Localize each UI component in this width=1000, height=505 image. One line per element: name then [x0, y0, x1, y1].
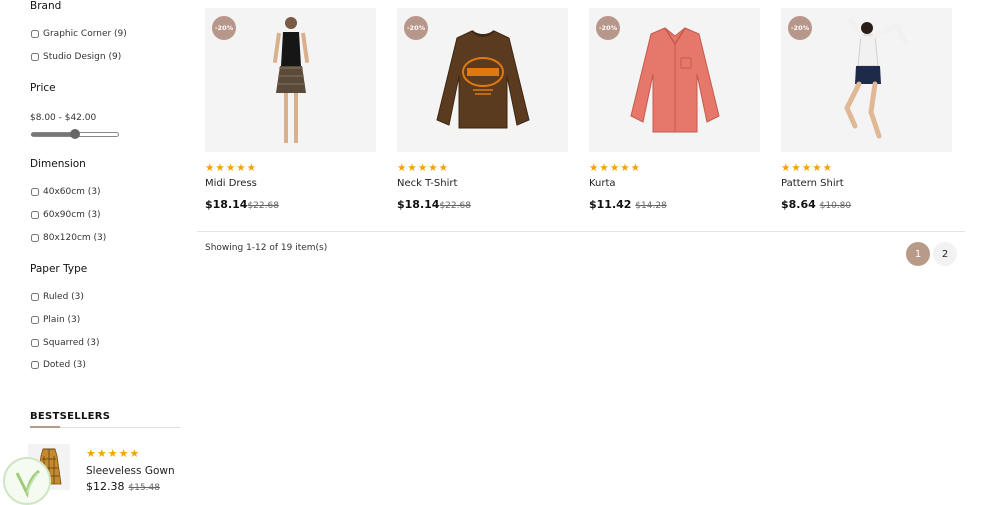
product-image[interactable]: -20%	[781, 8, 952, 152]
bestseller-rating-stars: ★★★★★	[86, 447, 141, 460]
checkbox[interactable]	[31, 211, 39, 219]
rating-stars: ★★★★★	[397, 162, 450, 174]
old-price: $15.48	[128, 483, 161, 493]
old-price: $10.80	[819, 201, 852, 211]
divider-accent	[30, 426, 60, 428]
checkbox[interactable]	[31, 339, 39, 347]
checkbox-label: 60x90cm (3)	[43, 210, 101, 220]
filter-paper-squarred[interactable]: Squarred (3)	[30, 338, 100, 348]
discount-badge: -20%	[788, 16, 812, 40]
old-price: $22.68	[247, 201, 279, 211]
rating-stars: ★★★★★	[205, 162, 258, 174]
current-price: $12.38	[86, 480, 125, 493]
discount-badge: -20%	[404, 16, 428, 40]
slider-fill	[31, 133, 75, 136]
checkbox[interactable]	[31, 188, 39, 196]
current-price: $18.14	[205, 198, 248, 211]
product-name[interactable]: Midi Dress	[205, 178, 376, 189]
checkbox-label: Graphic Corner (9)	[43, 29, 127, 39]
product-price: $18.14$22.68	[397, 198, 568, 211]
filter-title-brand: Brand	[30, 0, 62, 12]
filter-paper-ruled[interactable]: Ruled (3)	[30, 292, 84, 302]
product-price: $11.42 $14.28	[589, 198, 760, 211]
rating-stars: ★★★★★	[589, 162, 642, 174]
site-logo-watermark	[3, 457, 51, 505]
filter-brand-studio-design[interactable]: Studio Design (9)	[30, 52, 121, 62]
checkbox[interactable]	[31, 293, 39, 301]
current-price: $18.14	[397, 198, 440, 211]
rating-stars: ★★★★★	[781, 162, 834, 174]
product-card[interactable]: -20% ★★★★★ Pattern Shirt $8.64 $10.80	[781, 8, 952, 211]
results-count: Showing 1-12 of 19 item(s)	[205, 243, 328, 253]
slider-handle[interactable]	[70, 129, 80, 139]
checkbox-label: 40x60cm (3)	[43, 187, 101, 197]
old-price: $14.28	[635, 201, 667, 211]
filter-title-dimension: Dimension	[30, 158, 86, 170]
checkbox-label: Studio Design (9)	[43, 52, 122, 62]
page-button-1[interactable]: 1	[906, 242, 930, 266]
divider	[197, 231, 965, 232]
product-price: $8.64 $10.80	[781, 198, 952, 211]
checkbox[interactable]	[31, 361, 39, 369]
leaf-icon	[15, 469, 40, 498]
product-card[interactable]: -20% ★★★★★ Neck T-Shirt $18.14$22.68	[397, 8, 568, 211]
filter-paper-plain[interactable]: Plain (3)	[30, 315, 80, 325]
bestseller-price: $12.38 $15.48	[86, 480, 160, 493]
product-name[interactable]: Pattern Shirt	[781, 178, 952, 189]
filter-brand-graphic-corner[interactable]: Graphic Corner (9)	[30, 29, 127, 39]
filter-title-paper-type: Paper Type	[30, 263, 88, 275]
filter-paper-doted[interactable]: Doted (3)	[30, 360, 86, 370]
bestseller-name[interactable]: Sleeveless Gown	[86, 465, 175, 477]
checkbox-label: 80x120cm (3)	[43, 233, 107, 243]
product-name[interactable]: Neck T-Shirt	[397, 178, 568, 189]
checkbox-label: Squarred (3)	[43, 338, 100, 348]
product-card[interactable]: -20% ★★★★★ Midi Dress $18.14$22.68	[205, 8, 376, 211]
checkbox[interactable]	[31, 53, 39, 61]
checkbox-label: Ruled (3)	[43, 292, 84, 302]
checkbox-label: Plain (3)	[43, 315, 81, 325]
price-slider[interactable]	[31, 129, 119, 139]
checkbox-label: Doted (3)	[43, 360, 86, 370]
product-image[interactable]: -20%	[397, 8, 568, 152]
old-price: $22.68	[439, 201, 471, 211]
filter-dimension-40x60[interactable]: 40x60cm (3)	[30, 187, 101, 197]
discount-badge: -20%	[212, 16, 236, 40]
current-price: $11.42	[589, 198, 632, 211]
checkbox[interactable]	[31, 234, 39, 242]
current-price: $8.64	[781, 198, 816, 211]
discount-badge: -20%	[596, 16, 620, 40]
product-image[interactable]: -20%	[205, 8, 376, 152]
page-button-2[interactable]: 2	[933, 242, 957, 266]
product-name[interactable]: Kurta	[589, 178, 760, 189]
bestsellers-title: BESTSELLERS	[30, 411, 111, 422]
filter-dimension-60x90[interactable]: 60x90cm (3)	[30, 210, 101, 220]
product-price: $18.14$22.68	[205, 198, 376, 211]
filter-dimension-80x120[interactable]: 80x120cm (3)	[30, 233, 106, 243]
product-image[interactable]: -20%	[589, 8, 760, 152]
filter-title-price: Price	[30, 82, 56, 94]
price-range-text: $8.00 - $42.00	[30, 113, 97, 123]
product-card[interactable]: -20% ★★★★★ Kurta $11.42 $14.28	[589, 8, 760, 211]
checkbox[interactable]	[31, 316, 39, 324]
checkbox[interactable]	[31, 30, 39, 38]
